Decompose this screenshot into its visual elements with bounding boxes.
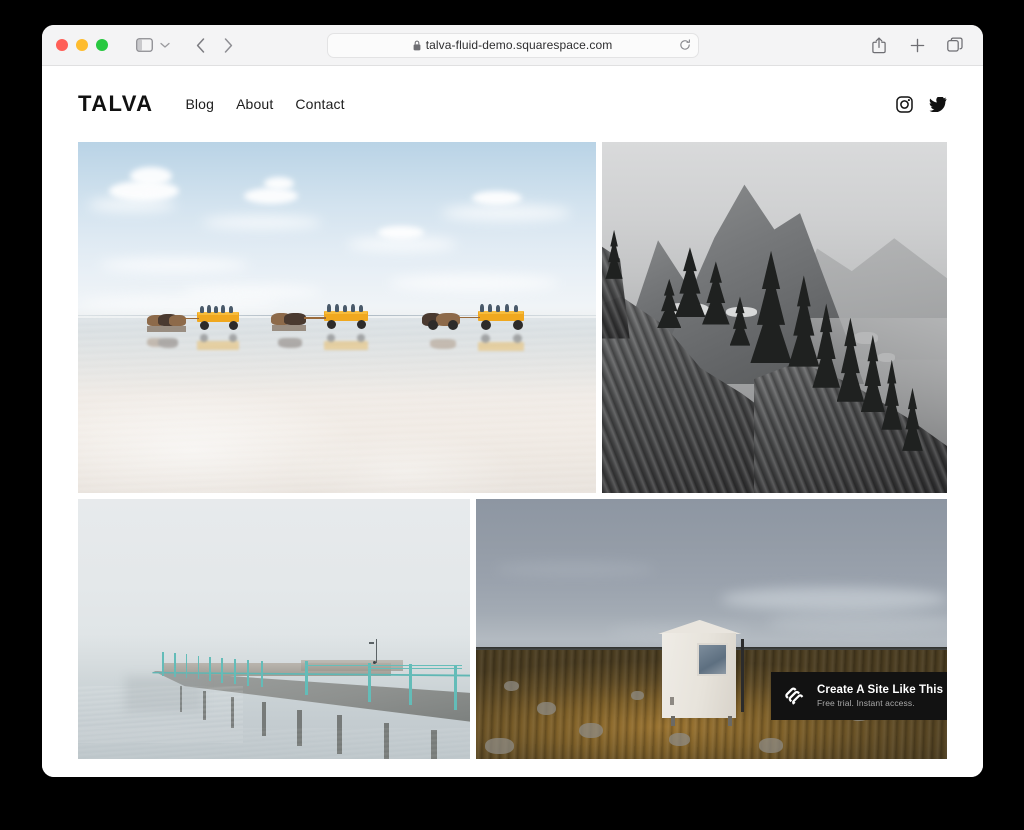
tab-overview-button[interactable]: [941, 32, 969, 58]
photo-mountain-cliff: [602, 142, 947, 493]
photo-foggy-pier: [78, 499, 470, 759]
reload-icon: [679, 39, 690, 50]
chevron-right-icon: [224, 37, 232, 53]
gallery-image-foggy-pier[interactable]: [78, 499, 470, 759]
nav-link-contact[interactable]: Contact: [295, 96, 344, 112]
chevron-down-icon: [160, 42, 170, 48]
browser-toolbar: talva-fluid-demo.squarespace.com: [42, 25, 983, 66]
sidebar-options-button[interactable]: [156, 32, 174, 58]
nav-link-blog[interactable]: Blog: [185, 96, 214, 112]
window-controls: [56, 39, 108, 51]
share-button[interactable]: [865, 32, 893, 58]
photo-tundra-cabin: [475, 499, 947, 759]
page-content: TALVA Blog About Contact Create A Site L…: [42, 66, 983, 777]
promo-subtitle: Free trial. Instant access.: [817, 698, 915, 708]
new-tab-button[interactable]: [903, 32, 931, 58]
tab-overview-icon: [947, 37, 963, 52]
sidebar-icon: [135, 38, 153, 52]
browser-window: talva-fluid-demo.squarespace.com TALVA B…: [42, 25, 983, 777]
instagram-link[interactable]: [896, 95, 913, 113]
horse-cart-rig-1-reflection: [145, 333, 245, 353]
horse-cart-rig-3: [420, 303, 530, 336]
toolbar-left-controls: [108, 32, 242, 58]
maximize-window-button[interactable]: [96, 39, 108, 51]
gallery-row-1: [78, 142, 947, 493]
horse-cart-rig-1: [145, 304, 245, 335]
url-text: talva-fluid-demo.squarespace.com: [425, 38, 613, 52]
chevron-left-icon: [196, 37, 204, 53]
reload-button[interactable]: [679, 39, 691, 51]
horse-cart-rig-2-reflection: [270, 333, 370, 353]
sidebar-toggle-button[interactable]: [130, 32, 158, 58]
gallery-row-2: Create A Site Like This Free trial. Inst…: [78, 499, 947, 759]
gallery-image-mountain-cliff[interactable]: [602, 142, 947, 493]
share-icon: [872, 36, 886, 53]
squarespace-promo-banner[interactable]: Create A Site Like This Free trial. Inst…: [771, 672, 947, 720]
social-links: [896, 95, 947, 113]
forward-button[interactable]: [214, 32, 242, 58]
toolbar-right-controls: [865, 32, 969, 58]
lock-icon: [413, 40, 421, 50]
back-button[interactable]: [186, 32, 214, 58]
twitter-icon: [929, 96, 947, 112]
promo-text-group: Create A Site Like This Free trial. Inst…: [817, 684, 943, 708]
close-window-button[interactable]: [56, 39, 68, 51]
gallery-image-tundra-cabin[interactable]: Create A Site Like This Free trial. Inst…: [475, 499, 947, 759]
primary-navigation: Blog About Contact: [185, 96, 344, 112]
promo-title: Create A Site Like This: [817, 684, 944, 696]
site-header: TALVA Blog About Contact: [42, 66, 983, 142]
horse-cart-rig-2: [270, 304, 370, 334]
new-tab-icon: [910, 38, 924, 52]
squarespace-logo-icon: [783, 684, 807, 708]
address-bar[interactable]: talva-fluid-demo.squarespace.com: [326, 32, 699, 58]
cabin-window: [697, 643, 729, 676]
photo-horse-carts: [78, 142, 596, 493]
gallery-image-horse-carts[interactable]: [78, 142, 596, 493]
gallery-grid: Create A Site Like This Free trial. Inst…: [42, 142, 983, 759]
minimize-window-button[interactable]: [76, 39, 88, 51]
instagram-icon: [896, 95, 913, 113]
twitter-link[interactable]: [929, 96, 947, 112]
horse-cart-rig-3-reflection: [420, 333, 530, 354]
cabin-post: [740, 639, 744, 713]
site-logo[interactable]: TALVA: [78, 91, 153, 117]
nav-link-about[interactable]: About: [236, 96, 273, 112]
